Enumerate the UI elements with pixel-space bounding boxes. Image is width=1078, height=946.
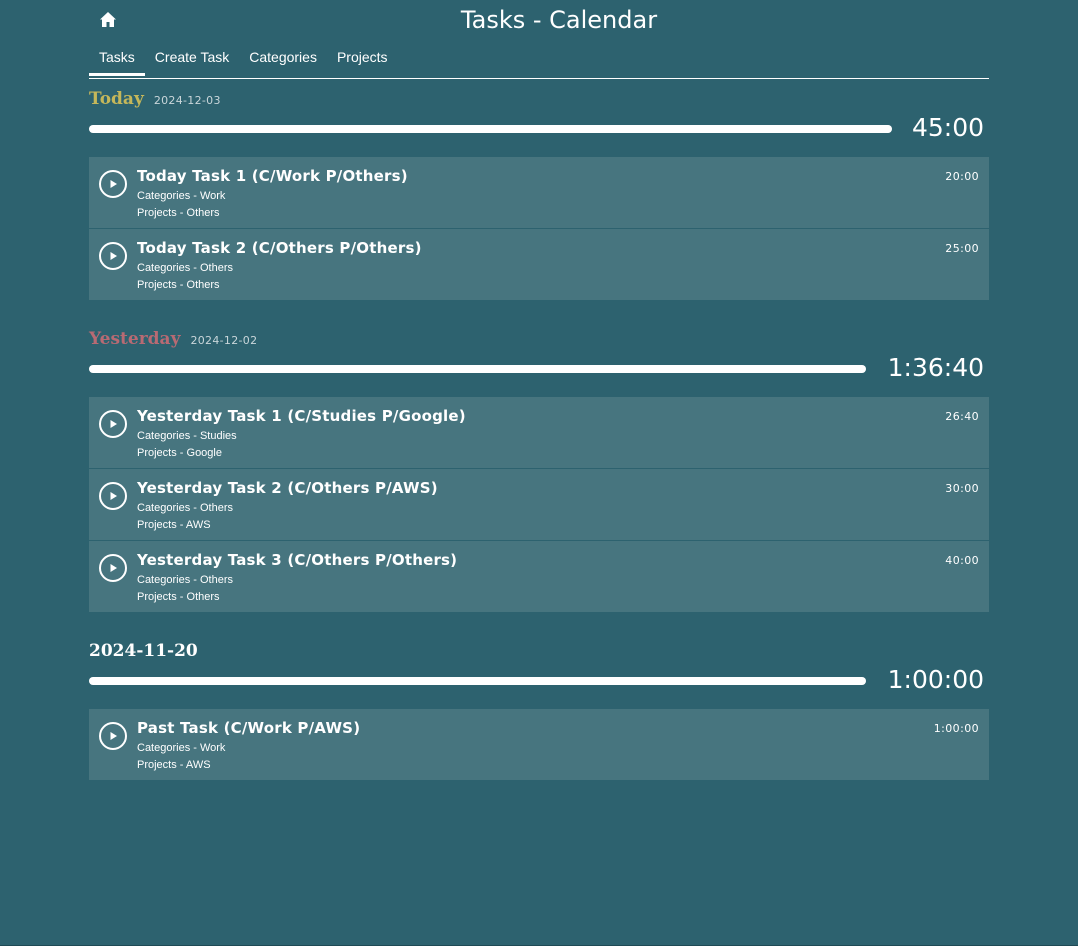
play-icon[interactable] (99, 242, 127, 270)
day-total-time: 1:36:40 (887, 353, 984, 382)
task-title: Yesterday Task 3 (C/Others P/Others) (137, 551, 458, 569)
tab-categories[interactable]: Categories (239, 38, 327, 76)
task-card[interactable]: Past Task (C/Work P/AWS) Categories - Wo… (89, 709, 989, 780)
day-progress-row: 1:00:00 (89, 662, 989, 702)
task-category: Categories - Work (137, 742, 226, 754)
task-title: Past Task (C/Work P/AWS) (137, 719, 361, 737)
day-header: Yesterday 2024-12-02 (89, 328, 989, 350)
task-category: Categories - Others (137, 574, 233, 586)
day-section-past: 2024-11-20 1:00:00 Past Task (C/Work P/A… (89, 640, 989, 780)
play-icon[interactable] (99, 170, 127, 198)
task-title: Yesterday Task 2 (C/Others P/AWS) (137, 479, 438, 497)
day-date: 2024-12-03 (153, 94, 221, 107)
task-duration: 20:00 (945, 170, 979, 183)
task-project: Projects - Others (137, 207, 220, 219)
task-list: Today Task 1 (C/Work P/Others) Categorie… (89, 157, 989, 300)
day-header: Today 2024-12-03 (89, 88, 989, 110)
task-card[interactable]: Today Task 1 (C/Work P/Others) Categorie… (89, 157, 989, 229)
day-progress-row: 45:00 (89, 110, 989, 150)
day-section-yesterday: Yesterday 2024-12-02 1:36:40 Yesterday T… (89, 328, 989, 612)
play-icon[interactable] (99, 410, 127, 438)
nav-tabs: Tasks Create Task Categories Projects (89, 38, 989, 79)
app-root: Tasks - Calendar Tasks Create Task Categ… (0, 0, 1078, 946)
day-progress-bar (89, 365, 866, 373)
day-total-time: 45:00 (911, 113, 984, 142)
tab-tasks[interactable]: Tasks (89, 38, 145, 76)
play-icon[interactable] (99, 554, 127, 582)
day-progress-bar (89, 125, 892, 133)
day-progress-bar (89, 677, 866, 685)
day-label: Yesterday (89, 329, 181, 349)
task-title: Today Task 1 (C/Work P/Others) (137, 167, 408, 185)
task-duration: 1:00:00 (933, 722, 979, 735)
task-card[interactable]: Yesterday Task 3 (C/Others P/Others) Cat… (89, 541, 989, 612)
task-card[interactable]: Yesterday Task 2 (C/Others P/AWS) Catego… (89, 469, 989, 541)
task-project: Projects - Others (137, 591, 220, 603)
task-title: Today Task 2 (C/Others P/Others) (137, 239, 422, 257)
day-section-today: Today 2024-12-03 45:00 Today Task 1 (C/W… (89, 88, 989, 300)
play-icon[interactable] (99, 722, 127, 750)
task-category: Categories - Work (137, 190, 226, 202)
task-project: Projects - Others (137, 279, 220, 291)
task-duration: 25:00 (945, 242, 979, 255)
task-duration: 26:40 (945, 410, 979, 423)
task-card[interactable]: Today Task 2 (C/Others P/Others) Categor… (89, 229, 989, 300)
day-progress-row: 1:36:40 (89, 350, 989, 390)
task-project: Projects - AWS (137, 759, 211, 771)
task-duration: 40:00 (945, 554, 979, 567)
play-icon[interactable] (99, 482, 127, 510)
task-category: Categories - Others (137, 502, 233, 514)
task-project: Projects - Google (137, 447, 222, 459)
day-progress-fill (89, 677, 866, 685)
task-category: Categories - Studies (137, 430, 237, 442)
day-header: 2024-11-20 (89, 640, 989, 662)
tab-projects[interactable]: Projects (327, 38, 398, 76)
task-category: Categories - Others (137, 262, 233, 274)
day-date: 2024-12-02 (190, 334, 258, 347)
task-list: Past Task (C/Work P/AWS) Categories - Wo… (89, 709, 989, 780)
page-title: Tasks - Calendar (460, 6, 658, 34)
day-label: Today (89, 89, 144, 109)
day-progress-fill (89, 125, 892, 133)
top-bar: Tasks - Calendar (89, 0, 989, 42)
day-label: 2024-11-20 (89, 641, 198, 661)
day-total-time: 1:00:00 (887, 665, 984, 694)
task-card[interactable]: Yesterday Task 1 (C/Studies P/Google) Ca… (89, 397, 989, 469)
day-progress-fill (89, 365, 866, 373)
task-list: Yesterday Task 1 (C/Studies P/Google) Ca… (89, 397, 989, 612)
task-project: Projects - AWS (137, 519, 211, 531)
task-duration: 30:00 (945, 482, 979, 495)
tab-create-task[interactable]: Create Task (145, 38, 239, 76)
task-title: Yesterday Task 1 (C/Studies P/Google) (137, 407, 466, 425)
